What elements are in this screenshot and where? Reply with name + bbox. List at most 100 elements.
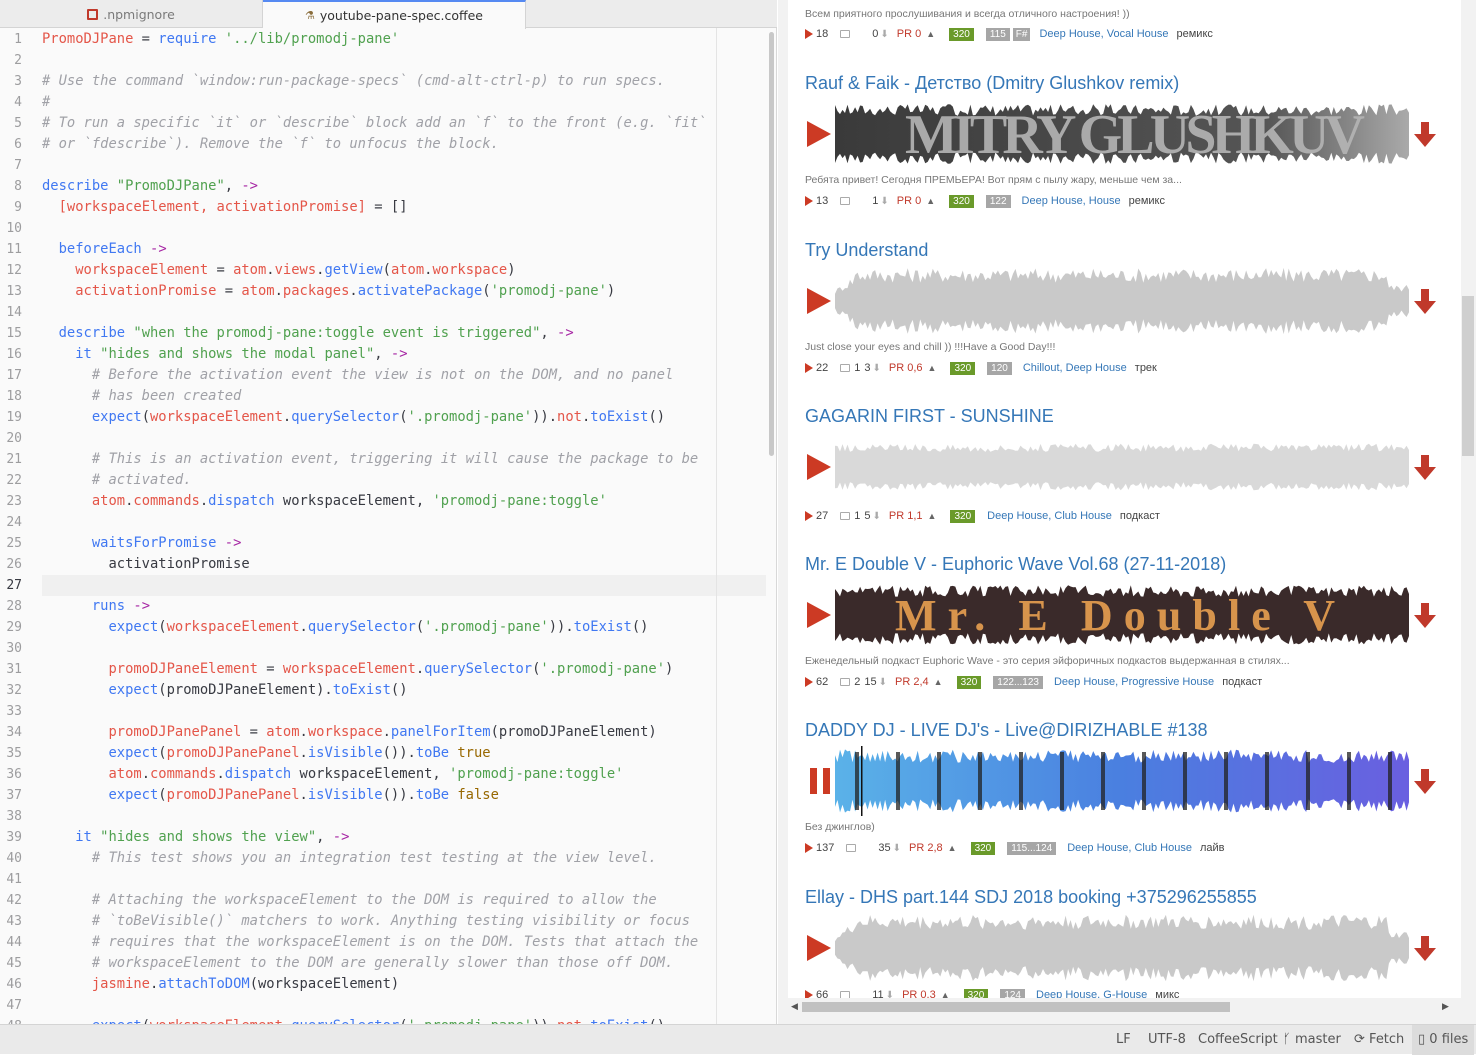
code-token: [workspaceElement, activationPromise] — [58, 199, 366, 215]
bitrate-badge: 320 — [963, 988, 989, 998]
line-number: 38 — [6, 809, 22, 824]
tab-bar: .npmignore ⚗ youtube-pane-spec.coffee — [0, 0, 777, 29]
code-token: . — [282, 409, 292, 425]
line-number: 15 — [6, 326, 22, 341]
code-token: () — [631, 619, 649, 635]
code-line: # Use the command `window:run-package-sp… — [42, 71, 665, 92]
feed-scrollbar[interactable] — [1462, 296, 1474, 456]
track-title[interactable]: Mr. E Double V - Euphoric Wave Vol.68 (2… — [805, 554, 1226, 575]
code-token: it — [75, 829, 92, 845]
genres[interactable]: Deep House, G-House — [1036, 989, 1147, 998]
play-icon[interactable] — [807, 935, 831, 961]
downloads-icon: ⬇ — [872, 362, 881, 374]
plays-count: 27 — [816, 510, 829, 522]
comments-count: 1 — [854, 362, 861, 374]
genres[interactable]: Deep House, Vocal House — [1039, 28, 1168, 40]
downloads-icon: ⬇ — [872, 510, 881, 522]
plays-icon — [805, 511, 813, 521]
code-token: = — [241, 724, 267, 740]
line-number: 26 — [6, 557, 22, 572]
genres[interactable]: Deep House, Club House — [1067, 842, 1192, 854]
pause-icon[interactable] — [810, 768, 832, 794]
track-title[interactable]: GAGARIN FIRST - SUNSHINE — [805, 406, 1054, 427]
rating-up-icon: ▲ — [926, 196, 936, 206]
tab-npmignore[interactable]: .npmignore — [0, 0, 263, 28]
waveform[interactable] — [835, 432, 1409, 502]
code-token: # To run a specific `it` or `describe` b… — [42, 115, 707, 131]
grammar-indicator[interactable]: CoffeeScript — [1198, 1025, 1278, 1055]
play-icon[interactable] — [807, 288, 831, 314]
code-token: = — [208, 262, 234, 278]
download-arrow-icon[interactable] — [1414, 936, 1436, 962]
play-icon[interactable] — [807, 454, 831, 480]
download-arrow-icon[interactable] — [1414, 289, 1436, 315]
code-editor[interactable]: PromoDJPane = require '../lib/promodj-pa… — [42, 28, 717, 1024]
editor-scrollbar[interactable] — [769, 32, 774, 456]
genres[interactable]: Deep House, House — [1022, 195, 1121, 207]
line-number: 8 — [14, 179, 22, 194]
download-arrow-icon[interactable] — [1414, 122, 1436, 148]
plays-count: 22 — [816, 362, 829, 374]
track-title[interactable]: Rauf & Faik - Детство (Dmitry Glushkov r… — [805, 73, 1179, 94]
waveform[interactable] — [835, 746, 1409, 816]
genres[interactable]: Chillout, Deep House — [1023, 362, 1127, 374]
play-icon[interactable] — [807, 602, 831, 628]
code-token: waitsForPromise — [91, 535, 217, 551]
comments-icon — [840, 991, 851, 998]
waveform[interactable] — [835, 913, 1409, 983]
waveform[interactable] — [835, 266, 1409, 336]
code-token: false — [457, 787, 499, 803]
track-title[interactable]: Try Understand — [805, 240, 928, 261]
code-token: # `toBeVisible()` matchers to work. Anyt… — [91, 913, 690, 929]
genres[interactable]: Deep House, Progressive House — [1054, 676, 1214, 688]
line-number: 31 — [6, 662, 22, 677]
tab-youtube-pane-spec[interactable]: ⚗ youtube-pane-spec.coffee — [263, 0, 526, 29]
line-number: 37 — [6, 788, 22, 803]
track-type: трек — [1134, 362, 1157, 374]
fetch-button[interactable]: ⟳ Fetch — [1354, 1025, 1404, 1055]
line-number: 21 — [6, 452, 22, 467]
downloads-count: 1 — [872, 195, 879, 207]
line-number: 14 — [6, 305, 22, 320]
code-token: # Attaching the workspaceElement to the … — [91, 892, 657, 908]
code-line: runs -> — [42, 596, 150, 617]
code-token: # or `fdescribe`). Remove the `f` to unf… — [42, 136, 499, 152]
code-line: # `toBeVisible()` matchers to work. Anyt… — [42, 911, 690, 932]
track-title[interactable]: Ellay - DHS part.144 SDJ 2018 booking +3… — [805, 887, 1257, 908]
code-line: describe "when the promodj-pane:toggle e… — [42, 323, 574, 344]
pr-rating: PR 0.3 — [902, 989, 936, 998]
code-token: "PromoDJPane" — [116, 178, 225, 194]
feed-horizontal-scroll-thumb[interactable] — [802, 1002, 1230, 1012]
code-token: commands — [150, 766, 217, 782]
track-title[interactable]: DADDY DJ - LIVE DJ's - Live@DIRIZHABLE #… — [805, 720, 1208, 741]
code-token: ()). — [382, 787, 416, 803]
code-token: ( — [158, 787, 167, 803]
code-line: beforeEach -> — [42, 239, 167, 260]
downloads-icon: ⬇ — [892, 842, 901, 854]
file-icon: ▯ — [1418, 1032, 1426, 1047]
play-icon[interactable] — [807, 121, 831, 147]
code-token: # workspaceElement to the DOM are genera… — [91, 955, 674, 971]
comments-count: 2 — [854, 676, 861, 688]
code-token: ( — [158, 619, 167, 635]
download-arrow-icon[interactable] — [1414, 603, 1436, 629]
waveform[interactable]: Mr. E Double V — [835, 580, 1409, 650]
download-arrow-icon[interactable] — [1414, 455, 1436, 481]
line-number: 44 — [6, 935, 22, 950]
download-arrow-icon[interactable] — [1414, 769, 1436, 795]
line-ending-indicator[interactable]: LF — [1116, 1025, 1131, 1055]
git-branch[interactable]: ᚶ master — [1283, 1025, 1341, 1055]
genres[interactable]: Deep House, Club House — [987, 510, 1112, 522]
waveform[interactable]: MITRY GLUSHKUV — [835, 99, 1409, 169]
code-token: -> — [133, 598, 151, 614]
plays-count: 137 — [816, 842, 835, 854]
github-files-button[interactable]: ▯ 0 files — [1412, 1025, 1475, 1055]
scroll-left-arrow-icon[interactable]: ◀ — [791, 1001, 798, 1012]
code-token: ( — [141, 409, 150, 425]
branch-label: master — [1294, 1032, 1341, 1047]
line-number: 43 — [6, 914, 22, 929]
scroll-right-arrow-icon[interactable]: ▶ — [1442, 1001, 1449, 1012]
encoding-indicator[interactable]: UTF-8 — [1148, 1025, 1186, 1055]
